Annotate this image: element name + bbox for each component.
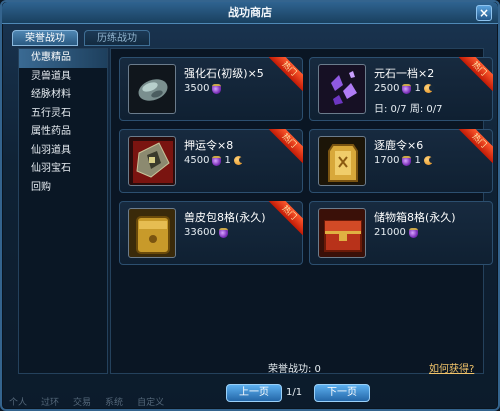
item-price: 21000: [374, 227, 418, 238]
price-value: 3500: [184, 83, 210, 94]
hot-ribbon: 热门: [269, 129, 303, 163]
moon-icon: [233, 156, 245, 165]
channel-ring[interactable]: 过环: [36, 396, 64, 410]
zhulu-token-icon: [318, 136, 366, 186]
hot-label: 热门: [269, 129, 303, 163]
escort-token-icon: [128, 136, 176, 186]
item-card[interactable]: 兽皮包8格(永久) 33600 热门: [119, 201, 303, 265]
item-price: 2500 1: [374, 83, 435, 94]
item-name: 逐鹿令×6: [374, 139, 424, 152]
page-indicator: 1/1: [286, 387, 303, 398]
hide-bag-icon: [128, 208, 176, 258]
hot-ribbon: 热门: [459, 129, 493, 163]
hot-ribbon: 热门: [269, 57, 303, 91]
honor-currency-icon: [212, 83, 222, 94]
sidebar-item-pet-items[interactable]: 灵兽道具: [19, 68, 107, 87]
item-card[interactable]: 逐鹿令×6 1700 1 热门: [309, 129, 493, 193]
channel-system[interactable]: 系统: [100, 396, 128, 410]
hot-ribbon: 热门: [269, 201, 303, 235]
how-to-get-link[interactable]: 如何获得?: [429, 360, 474, 375]
hot-label: 热门: [459, 57, 493, 91]
item-price: 33600: [184, 227, 228, 238]
price-value: 4500: [184, 155, 210, 166]
item-name: 强化石(初级)×5: [184, 67, 264, 80]
hot-label: 热门: [459, 129, 493, 163]
item-price: 3500: [184, 83, 222, 94]
sidebar-item-wing-items[interactable]: 仙羽道具: [19, 142, 107, 161]
hot-label: 热门: [269, 57, 303, 91]
enhance-stone-icon: [128, 64, 176, 114]
price-value: 2500: [374, 83, 400, 94]
honor-currency-icon: [402, 155, 412, 166]
item-name: 押运令×8: [184, 139, 234, 152]
channel-personal[interactable]: 个人: [4, 396, 32, 410]
honor-currency-icon: [408, 227, 418, 238]
badge-value: 1: [414, 155, 421, 166]
next-page-button[interactable]: 下一页: [314, 384, 370, 402]
item-card[interactable]: 元石一档×2 2500 1 日: 0/7 周: 0/7 热门: [309, 57, 493, 121]
item-name: 储物箱8格(永久): [374, 211, 456, 224]
hot-label: 热门: [269, 201, 303, 235]
price-value: 1700: [374, 155, 400, 166]
category-sidebar: 优惠精品 灵兽道具 经脉材料 五行灵石 属性药品 仙羽道具 仙羽宝石 回购: [18, 48, 108, 374]
chat-channel-bar: 个人 过环 交易 系统 自定义: [0, 396, 169, 410]
purchase-limit: 日: 0/7 周: 0/7: [374, 104, 443, 115]
item-card[interactable]: 储物箱8格(永久) 21000: [309, 201, 493, 265]
hot-ribbon: 热门: [459, 57, 493, 91]
tab-honor[interactable]: 荣誉战功: [12, 30, 78, 46]
storage-chest-icon: [318, 208, 366, 258]
item-price: 1700 1: [374, 155, 435, 166]
sidebar-item-wing-gems[interactable]: 仙羽宝石: [19, 160, 107, 179]
sidebar-item-potions[interactable]: 属性药品: [19, 123, 107, 142]
sidebar-item-buyback[interactable]: 回购: [19, 179, 107, 198]
moon-icon: [423, 84, 435, 93]
honor-points: 荣誉战功: 0: [268, 364, 321, 375]
badge-value: 1: [414, 83, 421, 94]
item-grid: 强化石(初级)×5 3500 热门 元石一档×2 2500 1 日: 0/7 周…: [110, 48, 493, 374]
item-name: 元石一档×2: [374, 67, 435, 80]
item-price: 4500 1: [184, 155, 245, 166]
tab-strip: 荣誉战功 历练战功: [12, 30, 150, 46]
price-value: 21000: [374, 227, 406, 238]
channel-custom[interactable]: 自定义: [132, 396, 169, 410]
item-card[interactable]: 押运令×8 4500 1 热门: [119, 129, 303, 193]
prev-page-button[interactable]: 上一页: [226, 384, 282, 402]
sidebar-item-deals[interactable]: 优惠精品: [19, 49, 107, 68]
title-bar: 战功商店 ×: [2, 2, 498, 24]
moon-icon: [423, 156, 435, 165]
honor-currency-icon: [212, 155, 222, 166]
badge-value: 1: [224, 155, 231, 166]
close-button[interactable]: ×: [476, 5, 492, 21]
sidebar-item-element-stones[interactable]: 五行灵石: [19, 105, 107, 124]
item-name: 兽皮包8格(永久): [184, 211, 266, 224]
honor-currency-icon: [218, 227, 228, 238]
window-title: 战功商店: [228, 6, 272, 19]
tab-training[interactable]: 历练战功: [84, 30, 150, 46]
honor-currency-icon: [402, 83, 412, 94]
yuan-stone-icon: [318, 64, 366, 114]
close-icon: ×: [478, 6, 490, 20]
sidebar-item-meridian[interactable]: 经脉材料: [19, 86, 107, 105]
channel-trade[interactable]: 交易: [68, 396, 96, 410]
price-value: 33600: [184, 227, 216, 238]
item-card[interactable]: 强化石(初级)×5 3500 热门: [119, 57, 303, 121]
